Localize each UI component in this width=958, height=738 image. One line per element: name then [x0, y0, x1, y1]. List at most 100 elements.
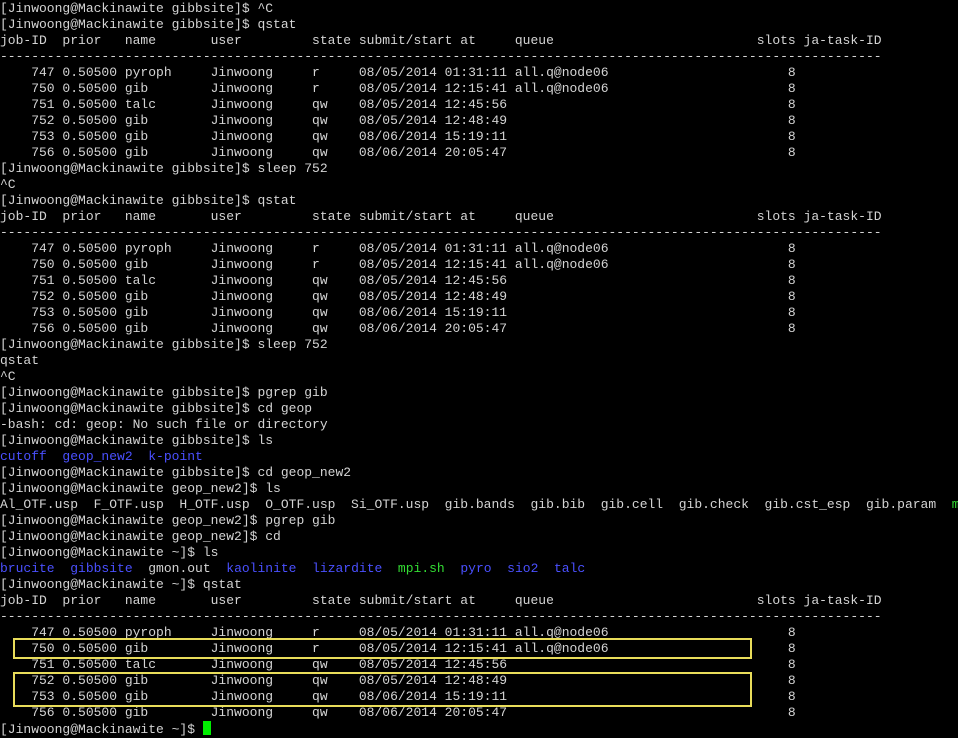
terminal-line: job-ID prior name user state submit/star…: [0, 593, 958, 609]
terminal-text: job-ID prior name user state submit/star…: [0, 33, 882, 48]
directory-entry: sio2: [507, 561, 539, 576]
terminal-line: [Jinwoong@Mackinawite geop_new2]$ ls: [0, 481, 958, 497]
terminal-output[interactable]: [Jinwoong@Mackinawite gibbsite]$ ^C [Jinw…: [0, 1, 958, 737]
cursor-block[interactable]: [202, 721, 211, 735]
terminal-text: 753 0.50500 gib Jinwoong qw 08/06/2014 1…: [0, 689, 796, 704]
terminal-line: qstat: [0, 353, 958, 369]
directory-entry: cutoff: [0, 449, 47, 464]
terminal-text: [Jinwoong@Mackinawite gibbsite]$ pgrep g…: [0, 385, 328, 400]
terminal-line: 747 0.50500 pyroph Jinwoong r 08/05/2014…: [0, 241, 958, 257]
terminal-line: [Jinwoong@Mackinawite gibbsite]$ cd geop: [0, 401, 958, 417]
terminal-line: [Jinwoong@Mackinawite gibbsite]$ sleep 7…: [0, 161, 958, 177]
terminal-text: 752 0.50500 gib Jinwoong qw 08/05/2014 1…: [0, 289, 796, 304]
terminal-line: [Jinwoong@Mackinawite ~]$: [0, 721, 958, 737]
terminal-line: 753 0.50500 gib Jinwoong qw 08/06/2014 1…: [0, 689, 958, 705]
terminal-line: 752 0.50500 gib Jinwoong qw 08/05/2014 1…: [0, 113, 958, 129]
terminal-text: 751 0.50500 talc Jinwoong qw 08/05/2014 …: [0, 97, 796, 112]
terminal-line: 750 0.50500 gib Jinwoong r 08/05/2014 12…: [0, 257, 958, 273]
terminal-line: [Jinwoong@Mackinawite ~]$ qstat: [0, 577, 958, 593]
terminal-line: 751 0.50500 talc Jinwoong qw 08/05/2014 …: [0, 657, 958, 673]
directory-entry: geop_new2: [62, 449, 133, 464]
terminal-text: [Jinwoong@Mackinawite geop_new2]$ ls: [0, 481, 281, 496]
terminal-line: [Jinwoong@Mackinawite gibbsite]$ pgrep g…: [0, 385, 958, 401]
terminal-line: 753 0.50500 gib Jinwoong qw 08/06/2014 1…: [0, 129, 958, 145]
terminal-line: [Jinwoong@Mackinawite geop_new2]$ pgrep …: [0, 513, 958, 529]
terminal-line: 752 0.50500 gib Jinwoong qw 08/05/2014 1…: [0, 673, 958, 689]
terminal-text: 753 0.50500 gib Jinwoong qw 08/06/2014 1…: [0, 129, 796, 144]
directory-entry: gibbsite: [70, 561, 133, 576]
terminal-text: 752 0.50500 gib Jinwoong qw 08/05/2014 1…: [0, 113, 796, 128]
terminal-line: 756 0.50500 gib Jinwoong qw 08/06/2014 2…: [0, 145, 958, 161]
terminal-text: [Jinwoong@Mackinawite gibbsite]$ ^C: [0, 1, 274, 16]
terminal-line: 750 0.50500 gib Jinwoong r 08/05/2014 12…: [0, 641, 958, 657]
terminal-text: ----------------------------------------…: [0, 609, 882, 624]
terminal-text: 752 0.50500 gib Jinwoong qw 08/05/2014 1…: [0, 673, 796, 688]
directory-entry: pyro: [460, 561, 492, 576]
terminal-text: [Jinwoong@Mackinawite gibbsite]$ ls: [0, 433, 274, 448]
directory-entry: brucite: [0, 561, 55, 576]
terminal-text: [Jinwoong@Mackinawite gibbsite]$ cd geop…: [0, 465, 352, 480]
terminal-line: job-ID prior name user state submit/star…: [0, 209, 958, 225]
terminal-text: 750 0.50500 gib Jinwoong r 08/05/2014 12…: [0, 81, 796, 96]
terminal-text: job-ID prior name user state submit/star…: [0, 593, 882, 608]
terminal-line: [Jinwoong@Mackinawite geop_new2]$ cd: [0, 529, 958, 545]
terminal-line: cutoff geop_new2 k-point: [0, 449, 958, 465]
terminal-line: [Jinwoong@Mackinawite gibbsite]$ ls: [0, 433, 958, 449]
terminal-line: [Jinwoong@Mackinawite gibbsite]$ ^C: [0, 1, 958, 17]
terminal-line: ----------------------------------------…: [0, 609, 958, 625]
terminal-text: [Jinwoong@Mackinawite gibbsite]$ cd geop: [0, 401, 313, 416]
terminal-line: 752 0.50500 gib Jinwoong qw 08/05/2014 1…: [0, 289, 958, 305]
terminal-text: ----------------------------------------…: [0, 49, 882, 64]
terminal-text: 747 0.50500 pyroph Jinwoong r 08/05/2014…: [0, 241, 796, 256]
terminal-text: 751 0.50500 talc Jinwoong qw 08/05/2014 …: [0, 657, 796, 672]
terminal-line: ^C: [0, 369, 958, 385]
terminal-line: brucite gibbsite gmon.out kaolinite liza…: [0, 561, 958, 577]
terminal-text: [Jinwoong@Mackinawite gibbsite]$ qstat: [0, 17, 297, 32]
terminal-line: -bash: cd: geop: No such file or directo…: [0, 417, 958, 433]
terminal-line: ----------------------------------------…: [0, 225, 958, 241]
terminal-line: Al_OTF.usp F_OTF.usp H_OTF.usp O_OTF.usp…: [0, 497, 958, 513]
terminal-text: 751 0.50500 talc Jinwoong qw 08/05/2014 …: [0, 273, 796, 288]
executable-entry: mpi.sh: [397, 561, 445, 576]
terminal-line: [Jinwoong@Mackinawite gibbsite]$ cd geop…: [0, 465, 958, 481]
terminal-line: 756 0.50500 gib Jinwoong qw 08/06/2014 2…: [0, 705, 958, 721]
terminal-text: qstat: [0, 353, 40, 368]
terminal-text: 753 0.50500 gib Jinwoong qw 08/06/2014 1…: [0, 305, 796, 320]
terminal-line: 747 0.50500 pyroph Jinwoong r 08/05/2014…: [0, 65, 958, 81]
terminal-text: 756 0.50500 gib Jinwoong qw 08/06/2014 2…: [0, 145, 796, 160]
terminal-line: job-ID prior name user state submit/star…: [0, 33, 958, 49]
terminal-line: 753 0.50500 gib Jinwoong qw 08/06/2014 1…: [0, 305, 958, 321]
terminal-text: 750 0.50500 gib Jinwoong r 08/05/2014 12…: [0, 641, 796, 656]
terminal-line: ----------------------------------------…: [0, 49, 958, 65]
terminal-line: [Jinwoong@Mackinawite gibbsite]$ qstat: [0, 193, 958, 209]
directory-entry: lizardite: [312, 561, 383, 576]
terminal-line: [Jinwoong@Mackinawite ~]$ ls: [0, 545, 958, 561]
terminal-line: 756 0.50500 gib Jinwoong qw 08/06/2014 2…: [0, 321, 958, 337]
directory-entry: k-point: [148, 449, 203, 464]
terminal-text: 756 0.50500 gib Jinwoong qw 08/06/2014 2…: [0, 321, 796, 336]
terminal-text: 756 0.50500 gib Jinwoong qw 08/06/2014 2…: [0, 705, 796, 720]
terminal-text: ^C: [0, 177, 16, 192]
terminal-text: job-ID prior name user state submit/star…: [0, 209, 882, 224]
terminal-text: Al_OTF.usp F_OTF.usp H_OTF.usp O_OTF.usp…: [0, 497, 952, 512]
terminal-text: [Jinwoong@Mackinawite geop_new2]$ cd: [0, 529, 281, 544]
terminal-text: [Jinwoong@Mackinawite gibbsite]$ sleep 7…: [0, 161, 328, 176]
terminal-text: 747 0.50500 pyroph Jinwoong r 08/05/2014…: [0, 625, 796, 640]
terminal-line: [Jinwoong@Mackinawite gibbsite]$ qstat: [0, 17, 958, 33]
terminal-line: 751 0.50500 talc Jinwoong qw 08/05/2014 …: [0, 273, 958, 289]
terminal-text: [Jinwoong@Mackinawite ~]$: [0, 722, 203, 737]
terminal-text: 750 0.50500 gib Jinwoong r 08/05/2014 12…: [0, 257, 796, 272]
terminal-text: gmon.out: [132, 561, 227, 576]
directory-entry: talc: [554, 561, 586, 576]
terminal-text: 747 0.50500 pyroph Jinwoong r 08/05/2014…: [0, 65, 796, 80]
terminal-text: ^C: [0, 369, 16, 384]
directory-entry: kaolinite: [226, 561, 297, 576]
executable-entry: mpi.sh: [951, 497, 958, 512]
